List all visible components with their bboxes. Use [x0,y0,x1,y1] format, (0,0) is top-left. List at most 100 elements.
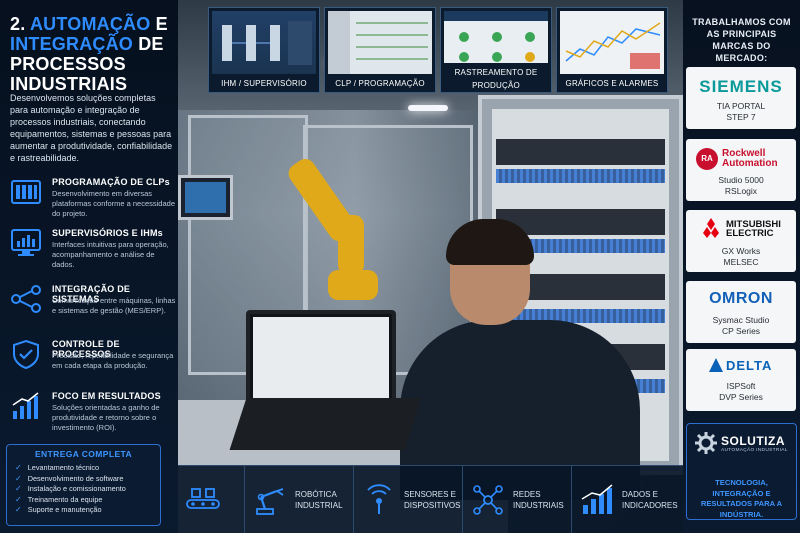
thumbnail-label: RASTREAMENTO DE PRODUÇÃO [454,68,538,90]
company-tagline: TECNOLOGIA, INTEGRAÇÃO E RESULTADOS PARA… [700,478,783,519]
right-panel: TRABALHAMOS COM AS PRINCIPAIS MARCAS DO … [683,0,800,533]
strip-label: REDES INDUSTRIAIS [513,489,564,510]
feature-title: PROGRAMAÇÃO DE CLPs [52,177,170,187]
list-item-label: Suporte e manutenção [27,505,102,514]
list-item-label: Levantamento técnico [27,463,100,472]
mitsubishi-diamonds-icon [703,218,719,238]
strip-item-conveyor [178,466,245,533]
brand-software: TIA PORTAL [716,101,766,111]
list-item: ✓ Suporte e manutenção [15,505,160,516]
list-item-label: Treinamento da equipe [27,494,103,504]
brand-software: Studio 5000 [718,175,764,185]
logo-text: ELECTRIC [726,228,774,239]
feature-desc: Precisão, repetibilidade e segurança em … [52,351,174,370]
monitor-chart-icon [11,229,41,256]
thumbnail-hmi: IHM / SUPERVISÓRIO [208,7,320,93]
gear-icon [695,432,717,454]
brand-software: MELSEC [723,257,759,267]
list-item-label: Desenvolvimento de software [27,473,124,483]
brand-software: Sysmac Studio [712,315,770,325]
title-word: E [155,14,168,34]
strip-label: DADOS E INDICADORES [622,489,678,510]
laptop-keyboard [229,398,422,450]
delivery-title: ENTREGA COMPLETA [34,449,133,459]
thumbnail-tracking: RASTREAMENTO DE PRODUÇÃO [440,7,552,93]
brand-software: GX Works [721,246,761,256]
machine-hmi-panel [178,175,233,220]
feature-desc: Soluções orientadas a ganho de produtivi… [52,403,160,432]
conveyor-icon [186,487,220,509]
check-icon: ✓ [15,473,22,483]
mitsubishi-logo: MITSUBISHI ELECTRIC [726,220,781,239]
strip-item-sensors: SENSORES E DISPOSITIVOS [354,466,463,533]
thumbnail-label: IHM / SUPERVISÓRIO [221,79,307,88]
feature-integration: INTEGRAÇÃO DE SISTEMAS Comunicação entre… [10,284,175,336]
robot-arm-icon [256,487,284,515]
feature-title: SUPERVISÓRIOS E IHMs [52,228,163,238]
rockwell-badge-icon: RA [696,148,718,170]
din-rail [496,139,665,165]
brand-software: DVP Series [719,392,763,402]
brands-heading: TRABALHAMOS COM AS PRINCIPAIS MARCAS DO … [692,17,791,63]
tracking-screenshot [444,11,548,63]
cable-duct [496,169,665,183]
brand-software: CP Series [721,326,761,336]
growth-chart-icon [12,392,39,419]
logo-text: Automation [722,158,778,169]
brand-card-omron: OMRON Sysmac Studio CP Series [686,281,796,343]
list-item: ✓ Levantamento técnico [15,463,160,474]
strip-item-data: DADOS E INDICADORES [572,466,680,533]
robot-base [328,270,378,300]
feature-results: FOCO EM RESULTADOS Soluções orientadas a… [10,391,175,443]
company-subtitle: AUTOMAÇÃO INDUSTRIAL [721,447,788,453]
intro-text: Desenvolvemos soluções completas para au… [10,93,173,163]
brand-software: ISPSoft [726,381,756,391]
company-name: SOLUTIZA [721,433,785,448]
laptop-screen [246,310,396,405]
network-nodes-icon [11,285,41,313]
feature-plc: PROGRAMAÇÃO DE CLPs Desenvolvimento em d… [10,177,175,229]
delivery-box: ENTREGA COMPLETA ✓ Levantamento técnico ✓… [6,444,161,526]
brand-card-mitsubishi: MITSUBISHI ELECTRIC GX Works MELSEC [686,210,796,272]
plc-screenshot [328,11,432,74]
feature-desc: Desenvolvimento em diversas plataformas … [52,189,175,218]
list-item-label: Instalação e comissionamento [27,484,126,493]
strip-item-networks: REDES INDUSTRIAIS [463,466,572,533]
strip-label: SENSORES E DISPOSITIVOS [404,489,461,510]
delta-triangle-icon [709,358,723,372]
check-icon: ✓ [15,505,22,514]
screenshot-thumbnails: IHM / SUPERVISÓRIO CLP / PROGRAMAÇÃO RAS… [208,7,670,93]
thumbnail-charts: GRÁFICOS E ALARMES [556,7,668,93]
title-number: 2. [10,14,26,34]
brand-software: RSLogix [724,186,758,196]
list-item: ✓ Desenvolvimento de software [15,474,160,485]
sensor-icon [367,483,391,514]
brand-card-delta: DELTA ISPSoft DVP Series [686,349,796,411]
delta-logo: DELTA [726,358,773,373]
robot-arm [338,215,364,275]
brand-card-rockwell: RA Rockwell Automation Studio 5000 RSLog… [686,139,796,201]
rockwell-logo: Rockwell Automation [722,149,778,169]
title-word: DE [138,34,164,54]
company-logo: SOLUTIZA AUTOMAÇÃO INDUSTRIAL [695,432,788,454]
title-word: AUTOMAÇÃO [29,14,151,34]
network-icon [473,484,503,515]
feature-scada: SUPERVISÓRIOS E IHMs Interfaces intuitiv… [10,228,175,280]
plc-icon [11,180,41,204]
omron-logo: OMRON [709,290,773,307]
title-line: PROCESSOS INDUSTRIAIS [10,54,128,94]
strip-label: ROBÓTICA INDUSTRIAL [295,489,343,510]
check-icon: ✓ [15,494,22,504]
shield-check-icon [13,339,39,369]
check-icon: ✓ [15,484,22,493]
engineer [390,219,650,500]
page-title: 2. AUTOMAÇÃO E INTEGRAÇÃO DE PROCESSOS I… [10,14,200,94]
check-icon: ✓ [15,463,22,472]
ceiling-light [408,105,448,111]
feature-desc: Interfaces intuitivas para operação, aco… [52,240,169,269]
company-card: SOLUTIZA AUTOMAÇÃO INDUSTRIAL TECNOLOGIA… [686,423,797,520]
list-item: ✓ Instalação e comissionamento [15,484,160,495]
siemens-logo: SIEMENS [699,77,783,96]
feature-title: FOCO EM RESULTADOS [52,391,161,401]
charts-screenshot [560,11,664,74]
